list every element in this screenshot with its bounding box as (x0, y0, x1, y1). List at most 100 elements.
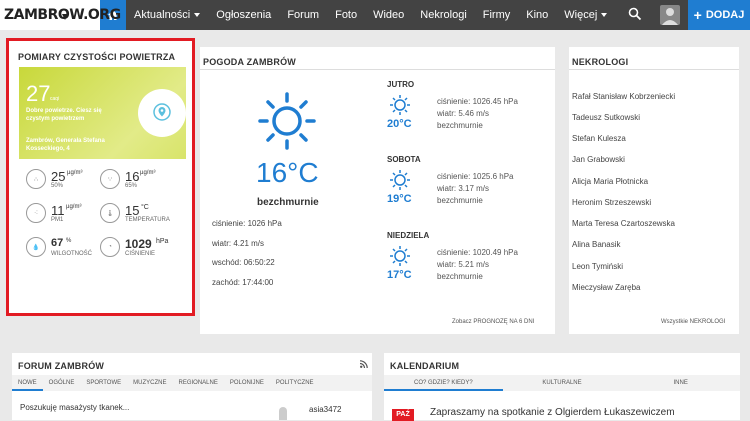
air-quality-panel: POMIARY CZYSTOŚCI POWIETRZA 27 caqi Dobr… (6, 38, 195, 316)
forecast-pressure: ciśnienie: 1025.6 hPa (437, 172, 514, 181)
nav-item-foto[interactable]: Foto (327, 0, 365, 30)
forecast-day-name: NIEDZIELA (387, 231, 430, 240)
forecast-details: ciśnienie: 1025.6 hPa wiatr: 3.17 m/s be… (437, 171, 547, 207)
nav-item-firmy[interactable]: Firmy (475, 0, 519, 30)
location-pin-icon (153, 103, 171, 121)
obituaries-panel: NEKROLOGI Rafał Stanisław Kobrzeniecki T… (569, 47, 739, 334)
calendar-panel: KALENDARIUM CO? GDZIE? KIEDY? KULTURALNE… (384, 353, 740, 421)
sensor-location: Zambrów, Generała Stefana Kosseckiego, 4 (26, 138, 105, 152)
search-icon[interactable] (628, 7, 642, 21)
metric-percent: 50% (51, 183, 64, 189)
metric-value: 11 (51, 203, 65, 218)
obituary-item[interactable]: Jan Grabowski (572, 155, 625, 164)
obituary-item[interactable]: Rafał Stanisław Kobrzeniecki (572, 92, 675, 101)
forecast-conditions: bezchmurnie (437, 272, 483, 281)
metric-humidity: 💧 67 % WILGOTNOŚĆ (26, 237, 101, 263)
nav-item-kino[interactable]: Kino (518, 0, 556, 30)
metric-label: CIŚNIENIE (125, 251, 156, 257)
nav-item-forum[interactable]: Forum (279, 0, 327, 30)
tab-polityczne[interactable]: POLITYCZNE (270, 375, 320, 391)
user-avatar[interactable] (660, 5, 680, 25)
event-title[interactable]: Zapraszamy na spotkanie z Olgierdem Łuka… (430, 407, 675, 418)
sunset-time: zachód: 17:44:00 (212, 278, 274, 287)
all-obituaries-link[interactable]: Wszystkie NEKROLOGI (661, 319, 725, 325)
current-conditions: bezchmurnie (257, 197, 319, 208)
metric-value: 16 (125, 169, 140, 184)
forecast-pressure: ciśnienie: 1026.45 hPa (437, 97, 518, 106)
add-button[interactable]: + DODAJ (688, 0, 750, 30)
nav-item-aktualnosci[interactable]: Aktualności (126, 0, 208, 30)
panel-title: KALENDARIUM (390, 361, 460, 371)
sun-icon (258, 92, 316, 150)
tab-nowe[interactable]: NOWE (12, 375, 43, 391)
metric-temperature: 🌡 15 °C TEMPERATURA (100, 203, 185, 229)
metric-label: TEMPERATURA (125, 217, 170, 223)
forecast-link[interactable]: Zobacz PROGNOZĘ NA 6 DNI (452, 319, 534, 325)
forecast-day: NIEDZIELA 17°C ciśnienie: 1020.49 hPa wi… (387, 231, 547, 287)
metric-unit: µg/m³ (66, 204, 82, 210)
panel-title: POMIARY CZYSTOŚCI POWIETRZA (18, 52, 176, 62)
forum-post-title[interactable]: Poszukuję masażysty tkanek... (20, 403, 129, 412)
tab-polonijne[interactable]: POLONIJNE (224, 375, 270, 391)
obituary-item[interactable]: Leon Tymiński (572, 262, 623, 271)
nav-item-nekrologi[interactable]: Nekrologi (412, 0, 474, 30)
calendar-tabs: CO? GDZIE? KIEDY? KULTURALNE INNE (384, 375, 740, 391)
tab-sportowe[interactable]: SPORTOWE (80, 375, 127, 391)
tab-kulturalne[interactable]: KULTURALNE (503, 375, 622, 391)
obituary-item[interactable]: Mieczysław Zaręba (572, 283, 640, 292)
forecast-conditions: bezchmurnie (437, 121, 483, 130)
gauge-icon: ◔ (100, 237, 120, 257)
forecast-wind: wiatr: 3.17 m/s (437, 184, 490, 193)
forecast-temperature: 17°C (387, 269, 412, 281)
obituary-item[interactable]: Marta Teresa Czartoszewska (572, 219, 675, 228)
title-divider (569, 69, 739, 70)
forecast-temperature: 19°C (387, 193, 412, 205)
air-quality-text: Dobre powietrze. Ciesz się czystym powie… (26, 108, 102, 122)
air-quality-summary[interactable]: 27 caqi Dobre powietrze. Ciesz się czyst… (19, 67, 186, 159)
metric-pm10: ∴ 25 µg/m³ 50% (26, 169, 101, 195)
metric-value: 67 (51, 237, 64, 249)
current-wind: wiatr: 4.21 m/s (212, 239, 265, 248)
forecast-details: ciśnienie: 1020.49 hPa wiatr: 5.21 m/s b… (437, 247, 547, 283)
obituary-item[interactable]: Heronim Strzeszewski (572, 198, 651, 207)
metric-value: 15 (125, 203, 140, 218)
add-button-label: DODAJ (705, 9, 745, 21)
metric-pm1: ·: 11 µg/m³ PM1 (26, 203, 101, 229)
humidity-icon: 💧 (26, 237, 46, 257)
forum-tabs: NOWE OGÓLNE SPORTOWE MUZYCZNE REGIONALNE… (12, 375, 372, 391)
forecast-day-name: SOBOTA (387, 155, 421, 164)
tab-inne[interactable]: INNE (621, 375, 740, 391)
site-logo[interactable]: ZAMBROW.ORG (0, 0, 121, 30)
nav-item-label: Firmy (482, 9, 511, 21)
obituary-item[interactable]: Stefan Kulesza (572, 134, 626, 143)
nav-item-label: Aktualności (134, 9, 191, 21)
nav-item-label: Ogłoszenia (216, 9, 272, 21)
obituary-item[interactable]: Alina Banasik (572, 240, 620, 249)
chevron-down-icon (601, 13, 608, 17)
tab-ogolne[interactable]: OGÓLNE (43, 375, 81, 391)
rss-icon[interactable] (360, 360, 368, 368)
event-date-badge: PAŹ (392, 409, 414, 421)
tab-regionalne[interactable]: REGIONALNE (173, 375, 224, 391)
tab-co-gdzie-kiedy[interactable]: CO? GDZIE? KIEDY? (384, 375, 503, 391)
metric-unit: µg/m³ (140, 170, 156, 176)
user-icon (662, 8, 678, 25)
sun-icon (390, 95, 410, 115)
obituary-item[interactable]: Alicja Maria Płotnicka (572, 177, 648, 186)
forecast-pressure: ciśnienie: 1020.49 hPa (437, 248, 518, 257)
chevron-down-icon (194, 13, 201, 17)
sunrise-time: wschód: 06:50:22 (212, 258, 275, 267)
metric-unit: °C (141, 204, 149, 211)
nav-item-ogloszenia[interactable]: Ogłoszenia (208, 0, 279, 30)
metric-pressure: ◔ 1029 hPa CIŚNIENIE (100, 237, 185, 263)
forum-post-author[interactable]: asia3472 (309, 405, 341, 414)
author-avatar (279, 407, 287, 420)
nav-item-wideo[interactable]: Wideo (365, 0, 412, 30)
obituary-item[interactable]: Tadeusz Sutkowski (572, 113, 640, 122)
nav-item-label: Nekrologi (420, 9, 467, 21)
nav-item-wiecej[interactable]: Więcej (556, 0, 615, 30)
tab-muzyczne[interactable]: MUZYCZNE (127, 375, 172, 391)
nav-item-label: Wideo (373, 9, 405, 21)
sun-icon (390, 246, 410, 266)
plus-icon: + (693, 7, 702, 23)
